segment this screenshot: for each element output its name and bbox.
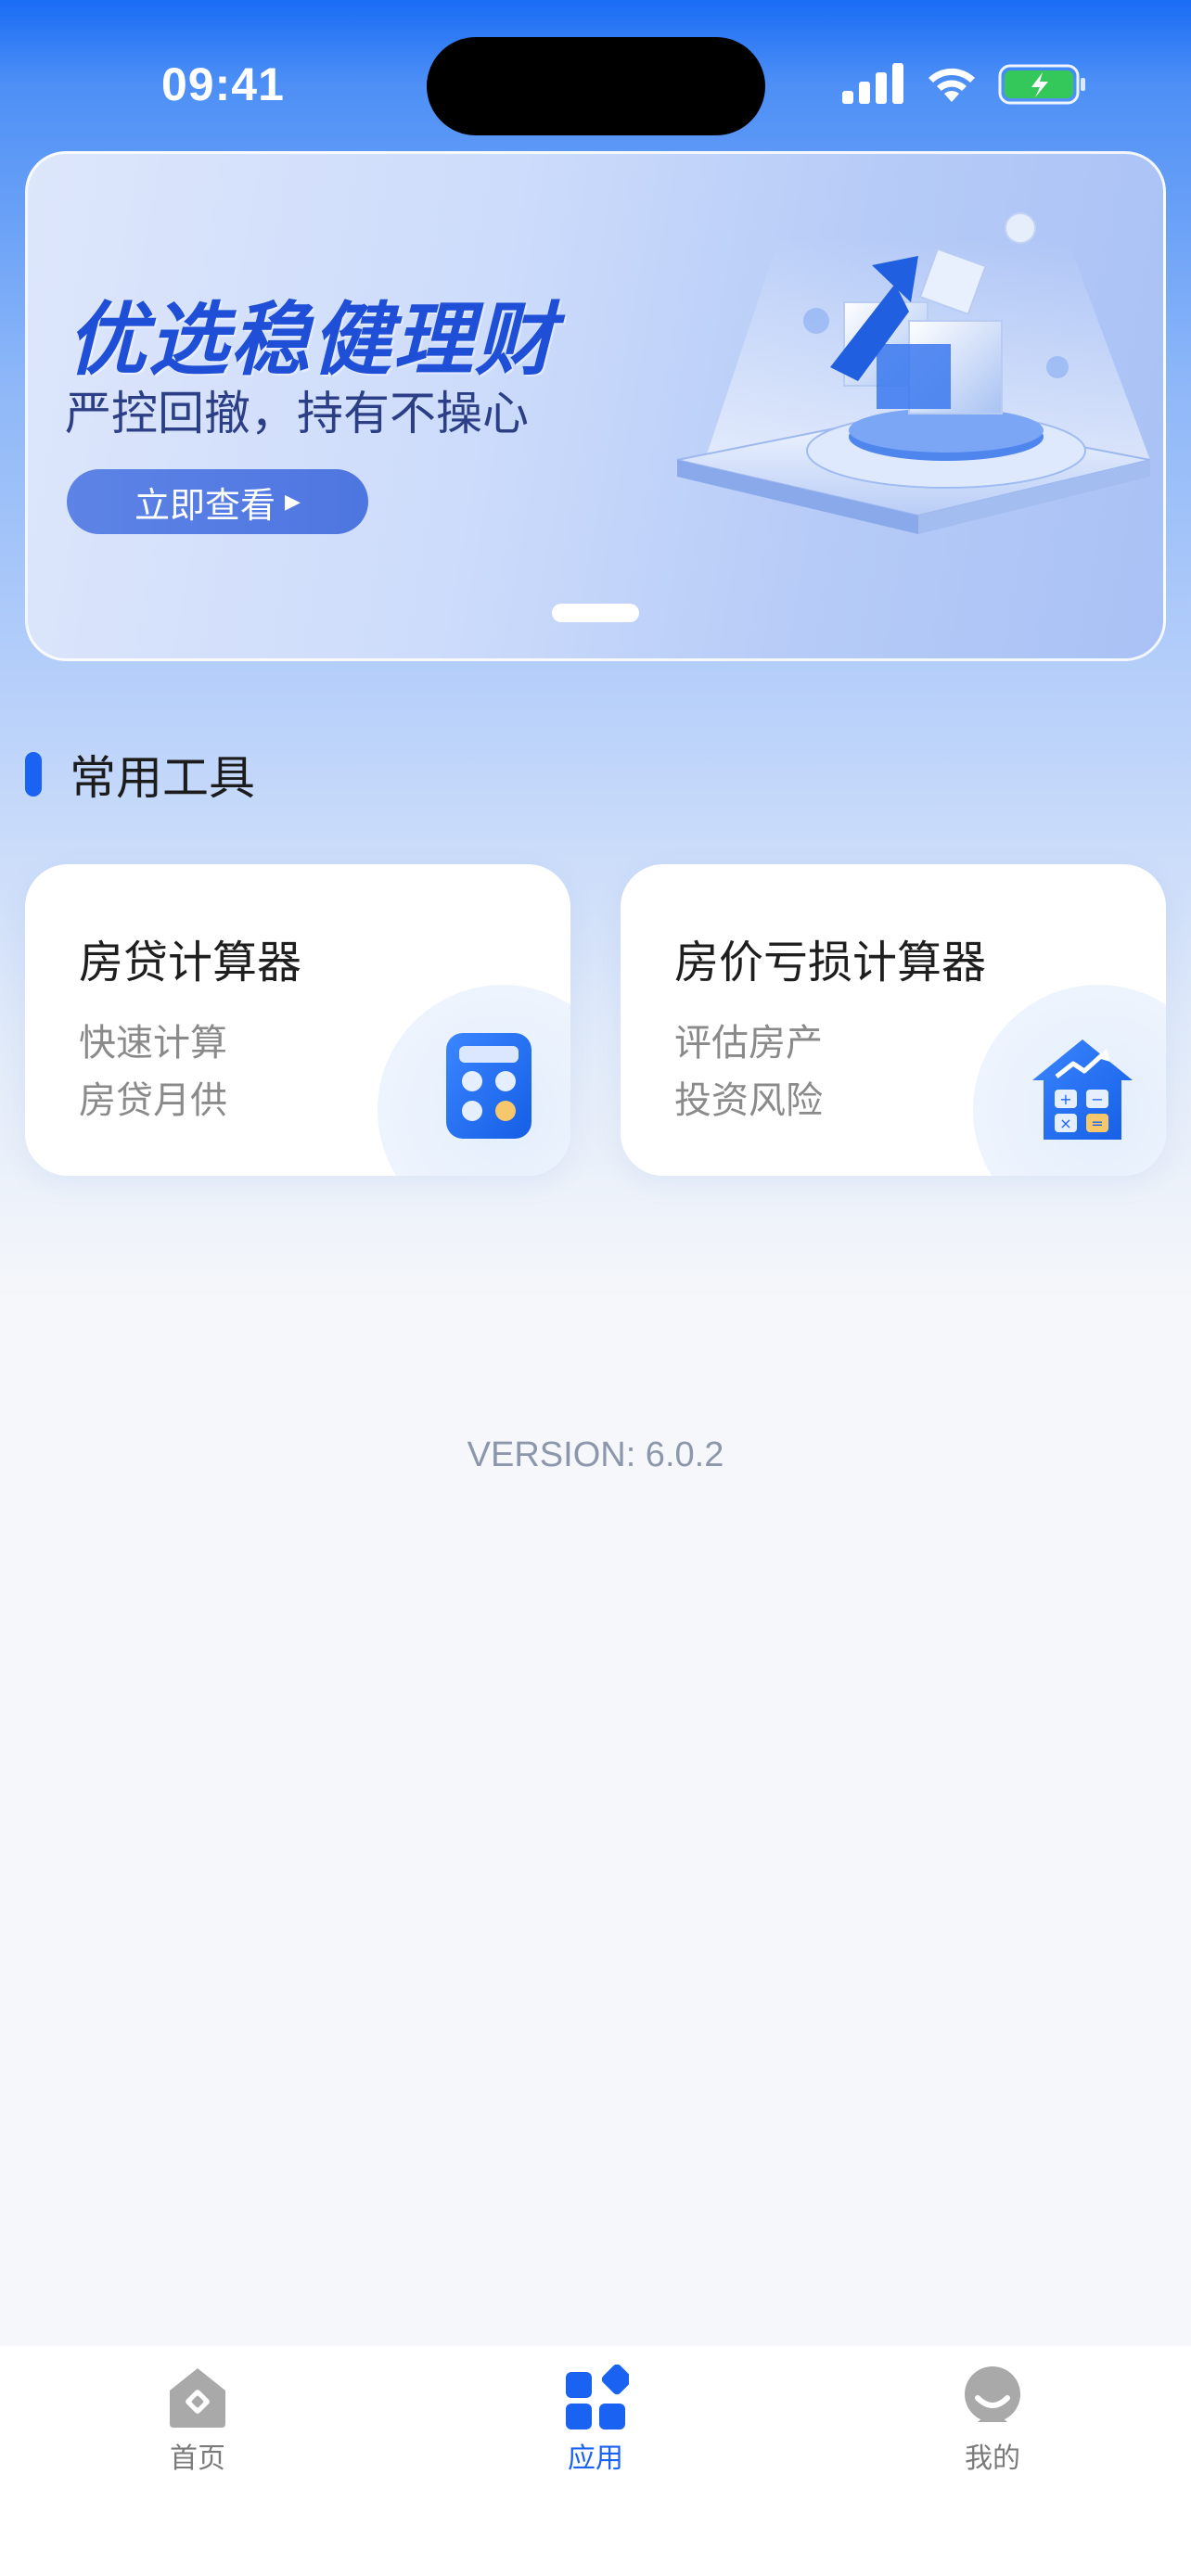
promo-banner[interactable]: 优选稳健理财 严控回撤，持有不操心 立即查看 ▶ (25, 151, 1166, 661)
apps-icon (566, 2365, 629, 2429)
view-now-label: 立即查看 (134, 484, 276, 526)
tab-bar: 首页 应用 我的 (0, 2346, 1191, 2576)
version-label: VERSION: 6.0.2 (467, 1435, 724, 1474)
svg-text:=: = (1091, 1115, 1103, 1132)
svg-text:+: + (1059, 1090, 1071, 1108)
section-accent-bar (25, 752, 42, 797)
play-arrow-icon: ▶ (285, 490, 301, 514)
home-icon (170, 2368, 225, 2428)
card-description-line1: 快速计算 (79, 1022, 227, 1065)
tab-home-label: 首页 (170, 2442, 225, 2475)
battery-charging-icon (998, 64, 1085, 105)
profile-icon (965, 2366, 1020, 2422)
tab-apps[interactable]: 应用 (503, 2365, 688, 2476)
card-description-line2: 房贷月供 (79, 1079, 227, 1122)
view-now-button[interactable]: 立即查看 ▶ (67, 469, 368, 534)
calculator-icon (446, 1033, 531, 1139)
card-title: 房价亏损计算器 (674, 937, 987, 988)
card-description-line1: 评估房产 (674, 1022, 823, 1065)
finance-illustration-icon (676, 212, 1151, 534)
house-loss-calculator-card[interactable]: 房价亏损计算器 评估房产 投资风险 + − × = (621, 864, 1166, 1176)
mortgage-calculator-card[interactable]: 房贷计算器 快速计算 房贷月供 (25, 864, 570, 1176)
house-chart-icon: + − × = (1032, 1039, 1133, 1140)
tab-home[interactable]: 首页 (105, 2365, 290, 2476)
tab-me[interactable]: 我的 (900, 2365, 1085, 2476)
banner-subtitle: 严控回撤，持有不操心 (65, 387, 529, 440)
cellular-signal-icon (842, 63, 903, 104)
card-description-line2: 投资风险 (674, 1079, 823, 1122)
status-bar: 09:41 (0, 0, 1191, 158)
wifi-icon (928, 68, 975, 102)
section-title: 常用工具 (70, 751, 255, 805)
svg-text:×: × (1059, 1115, 1071, 1132)
status-time: 09:41 (161, 58, 285, 110)
tab-apps-label: 应用 (568, 2442, 623, 2475)
dynamic-island (427, 37, 765, 135)
carousel-indicator[interactable] (552, 604, 639, 622)
tab-me-label: 我的 (965, 2442, 1020, 2475)
card-title: 房贷计算器 (79, 937, 302, 988)
section-header: 常用工具 (25, 746, 255, 805)
svg-text:−: − (1091, 1090, 1103, 1108)
banner-title: 优选稳健理财 (67, 294, 557, 387)
